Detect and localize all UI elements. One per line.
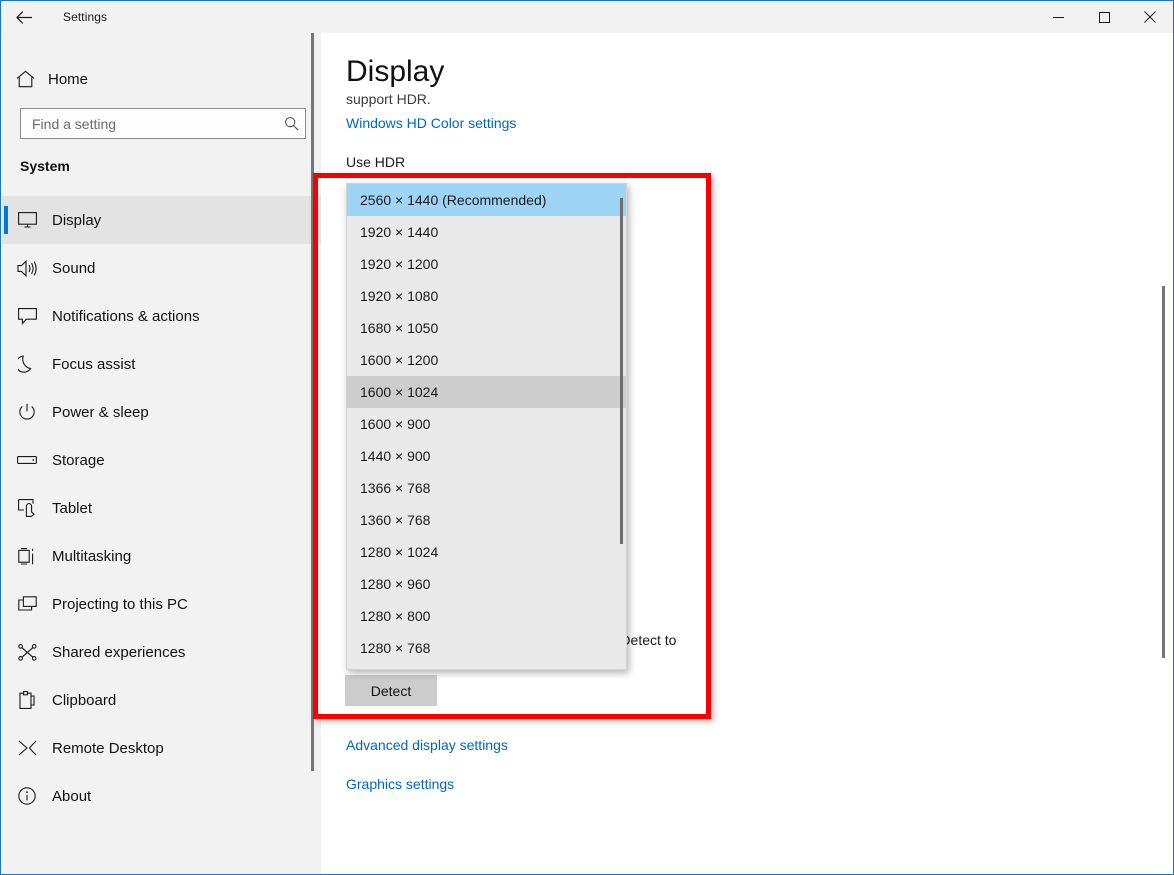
page-title: Display [346, 55, 455, 89]
back-arrow-icon [15, 10, 33, 25]
main-content: support HDR. Display Windows HD Color se… [322, 33, 1173, 874]
info-icon [2, 787, 52, 805]
speaker-icon [2, 259, 52, 277]
dropdown-option[interactable]: 1366 × 768 [347, 472, 626, 504]
sidebar-item-shared-experiences[interactable]: Shared experiences [2, 628, 321, 676]
multitask-icon [2, 547, 52, 565]
window-title: Settings [63, 10, 108, 24]
sidebar-item-label: Shared experiences [52, 643, 186, 661]
settings-window: Settings Home Find a setting System Disp… [0, 0, 1174, 875]
sidebar-item-focus-assist[interactable]: Focus assist [2, 340, 321, 388]
maximize-icon [1098, 11, 1110, 23]
use-hdr-label: Use HDR [346, 154, 406, 170]
detect-button[interactable]: Detect [345, 675, 437, 706]
sidebar-item-about[interactable]: About [2, 772, 321, 820]
dropdown-scrollbar-thumb[interactable] [620, 198, 623, 544]
drive-icon [2, 455, 52, 465]
page-scrollbar-thumb[interactable] [1162, 286, 1165, 658]
sidebar-item-label: About [52, 787, 92, 805]
sidebar-item-tablet[interactable]: Tablet [2, 484, 321, 532]
dropdown-option[interactable]: 1280 × 1024 [347, 536, 626, 568]
close-button[interactable] [1127, 1, 1173, 33]
tablet-icon [2, 499, 52, 517]
minimize-icon [1052, 12, 1064, 23]
dropdown-option[interactable]: 1280 × 768 [347, 632, 626, 664]
sidebar-item-projecting[interactable]: Projecting to this PC [2, 580, 321, 628]
search-icon [277, 116, 305, 131]
minimize-button[interactable] [1035, 1, 1081, 33]
monitor-icon [2, 212, 52, 228]
sidebar-item-label: Multitasking [52, 547, 132, 565]
sidebar-group-label: System [20, 158, 70, 174]
windows-hd-color-settings-link[interactable]: Windows HD Color settings [346, 115, 516, 131]
sidebar-item-label: Tablet [52, 499, 93, 517]
sidebar-item-label: Storage [52, 451, 105, 469]
sidebar-item-label: Projecting to this PC [52, 595, 188, 613]
dropdown-option[interactable]: 1360 × 768 [347, 504, 626, 536]
advanced-display-settings-link[interactable]: Advanced display settings [346, 737, 508, 753]
window-controls [1035, 1, 1173, 33]
sidebar-item-home[interactable]: Home [2, 61, 321, 97]
sidebar: Home System Display [2, 33, 321, 874]
chat-bubble-icon [2, 307, 52, 325]
search-box[interactable] [20, 108, 306, 139]
sidebar-item-label: Power & sleep [52, 403, 149, 421]
clipboard-icon [2, 691, 52, 709]
maximize-button[interactable] [1081, 1, 1127, 33]
sidebar-item-power-sleep[interactable]: Power & sleep [2, 388, 321, 436]
sidebar-item-multitasking[interactable]: Multitasking [2, 532, 321, 580]
dropdown-option[interactable]: 1680 × 1050 [347, 312, 626, 344]
sidebar-item-notifications[interactable]: Notifications & actions [2, 292, 321, 340]
home-icon [2, 70, 48, 88]
sidebar-scrollbar-thumb[interactable] [311, 33, 314, 771]
moon-icon [2, 355, 52, 373]
back-button[interactable] [1, 1, 47, 33]
sidebar-item-label: Display [52, 211, 102, 229]
power-icon [2, 403, 52, 421]
dropdown-option[interactable]: 1600 × 1200 [347, 344, 626, 376]
sidebar-item-label: Sound [52, 259, 96, 277]
search-input[interactable] [21, 115, 277, 132]
dropdown-option[interactable]: 1920 × 1440 [347, 216, 626, 248]
sidebar-item-clipboard[interactable]: Clipboard [2, 676, 321, 724]
dropdown-option[interactable]: 1280 × 800 [347, 600, 626, 632]
close-icon [1144, 11, 1156, 23]
dropdown-option[interactable]: 1280 × 960 [347, 568, 626, 600]
dropdown-option[interactable]: 1920 × 1080 [347, 280, 626, 312]
sidebar-item-display[interactable]: Display [2, 196, 321, 244]
display-resolution-dropdown[interactable]: 2560 × 1440 (Recommended) 1920 × 1440 19… [346, 183, 627, 670]
dropdown-option[interactable]: 1440 × 900 [347, 440, 626, 472]
sidebar-item-label: Remote Desktop [52, 739, 164, 757]
sidebar-item-sound[interactable]: Sound [2, 244, 321, 292]
dropdown-option[interactable]: 1600 × 1024 [347, 376, 626, 408]
dropdown-option[interactable]: 2560 × 1440 (Recommended) [347, 184, 626, 216]
remote-desktop-icon [2, 740, 52, 756]
sidebar-item-storage[interactable]: Storage [2, 436, 321, 484]
graphics-settings-link[interactable]: Graphics settings [346, 776, 454, 792]
sidebar-item-label: Focus assist [52, 355, 136, 373]
dropdown-option[interactable]: 1920 × 1200 [347, 248, 626, 280]
sidebar-item-remote-desktop[interactable]: Remote Desktop [2, 724, 321, 772]
share-icon [2, 643, 52, 661]
sidebar-item-label: Clipboard [52, 691, 117, 709]
sidebar-nav-list: Display Sound Notifications & actions Fo… [2, 196, 321, 820]
sidebar-item-label: Notifications & actions [52, 307, 200, 325]
home-label: Home [48, 70, 89, 88]
title-bar: Settings [1, 1, 1173, 33]
hdr-support-text: support HDR. [346, 91, 431, 107]
dropdown-option[interactable]: 1600 × 900 [347, 408, 626, 440]
project-icon [2, 595, 52, 613]
